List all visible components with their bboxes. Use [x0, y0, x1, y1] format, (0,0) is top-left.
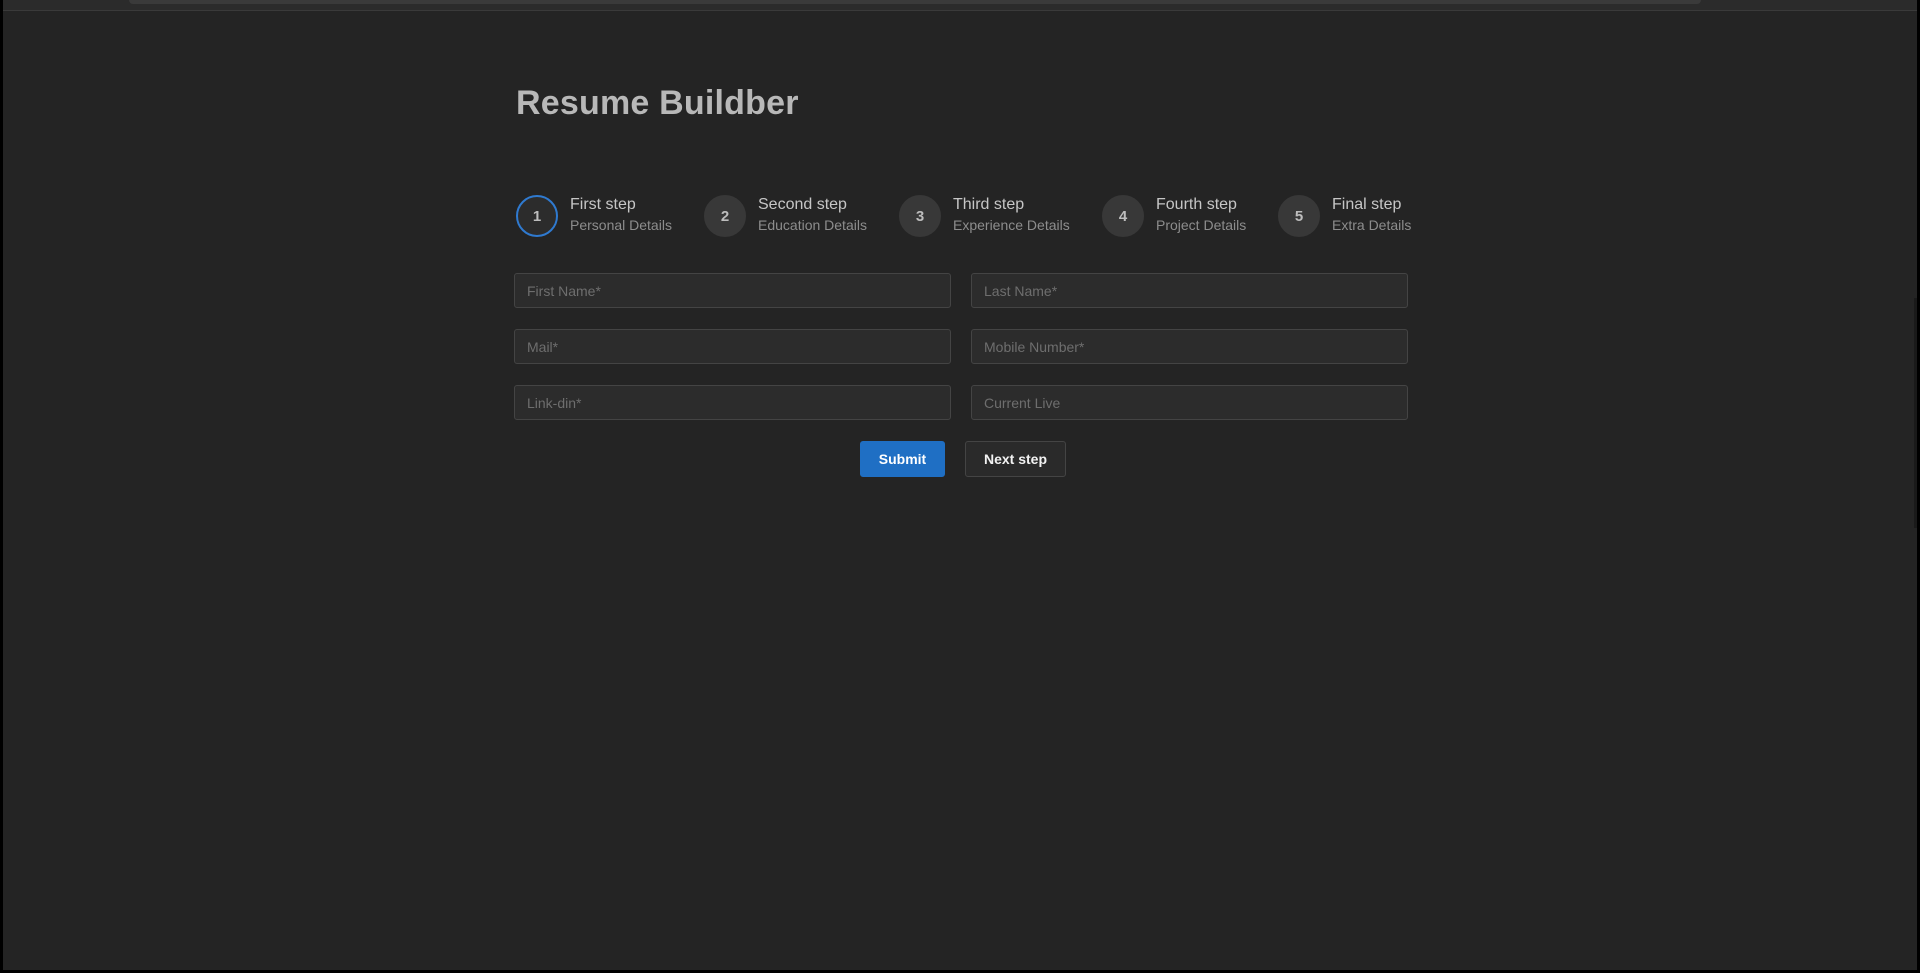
step-title: Third step [953, 196, 1025, 213]
step-subtitle: Personal Details [570, 217, 672, 233]
step-subtitle: Education Details [758, 217, 867, 233]
page-title: Resume Buildber [516, 84, 799, 122]
step-subtitle: Extra Details [1332, 217, 1412, 233]
step-label: Fourth step Project Details [1156, 195, 1246, 235]
first-name-input[interactable] [514, 273, 951, 308]
step-number-badge: 3 [899, 195, 941, 237]
current-live-input[interactable] [971, 385, 1408, 420]
step-subtitle: Project Details [1156, 217, 1247, 233]
step-label: Second step Education Details [758, 195, 867, 235]
linkedin-input[interactable] [514, 385, 951, 420]
browser-top-bar [3, 0, 1917, 11]
step-title: Final step [1332, 196, 1402, 213]
step-progress: 1 First step Personal Details 2 Second s… [516, 195, 1412, 237]
step-label: First step Personal Details [570, 195, 672, 235]
mail-input[interactable] [514, 329, 951, 364]
step-title: Fourth step [1156, 196, 1237, 213]
step-subtitle: Experience Details [953, 217, 1070, 233]
browser-tab-strip [129, 0, 1701, 4]
last-name-input[interactable] [971, 273, 1408, 308]
step-number-badge: 4 [1102, 195, 1144, 237]
step-number-badge: 5 [1278, 195, 1320, 237]
step-label: Final step Extra Details [1332, 195, 1411, 235]
step-number-badge: 1 [516, 195, 558, 237]
scrollbar[interactable] [1914, 298, 1917, 528]
step-title: First step [570, 196, 636, 213]
mobile-number-input[interactable] [971, 329, 1408, 364]
step-number-badge: 2 [704, 195, 746, 237]
next-step-button[interactable]: Next step [965, 441, 1066, 477]
submit-button[interactable]: Submit [860, 441, 945, 477]
step-label: Third step Experience Details [953, 195, 1070, 235]
browser-viewport: Resume Buildber 1 First step Personal De… [3, 0, 1917, 970]
step-title: Second step [758, 196, 847, 213]
